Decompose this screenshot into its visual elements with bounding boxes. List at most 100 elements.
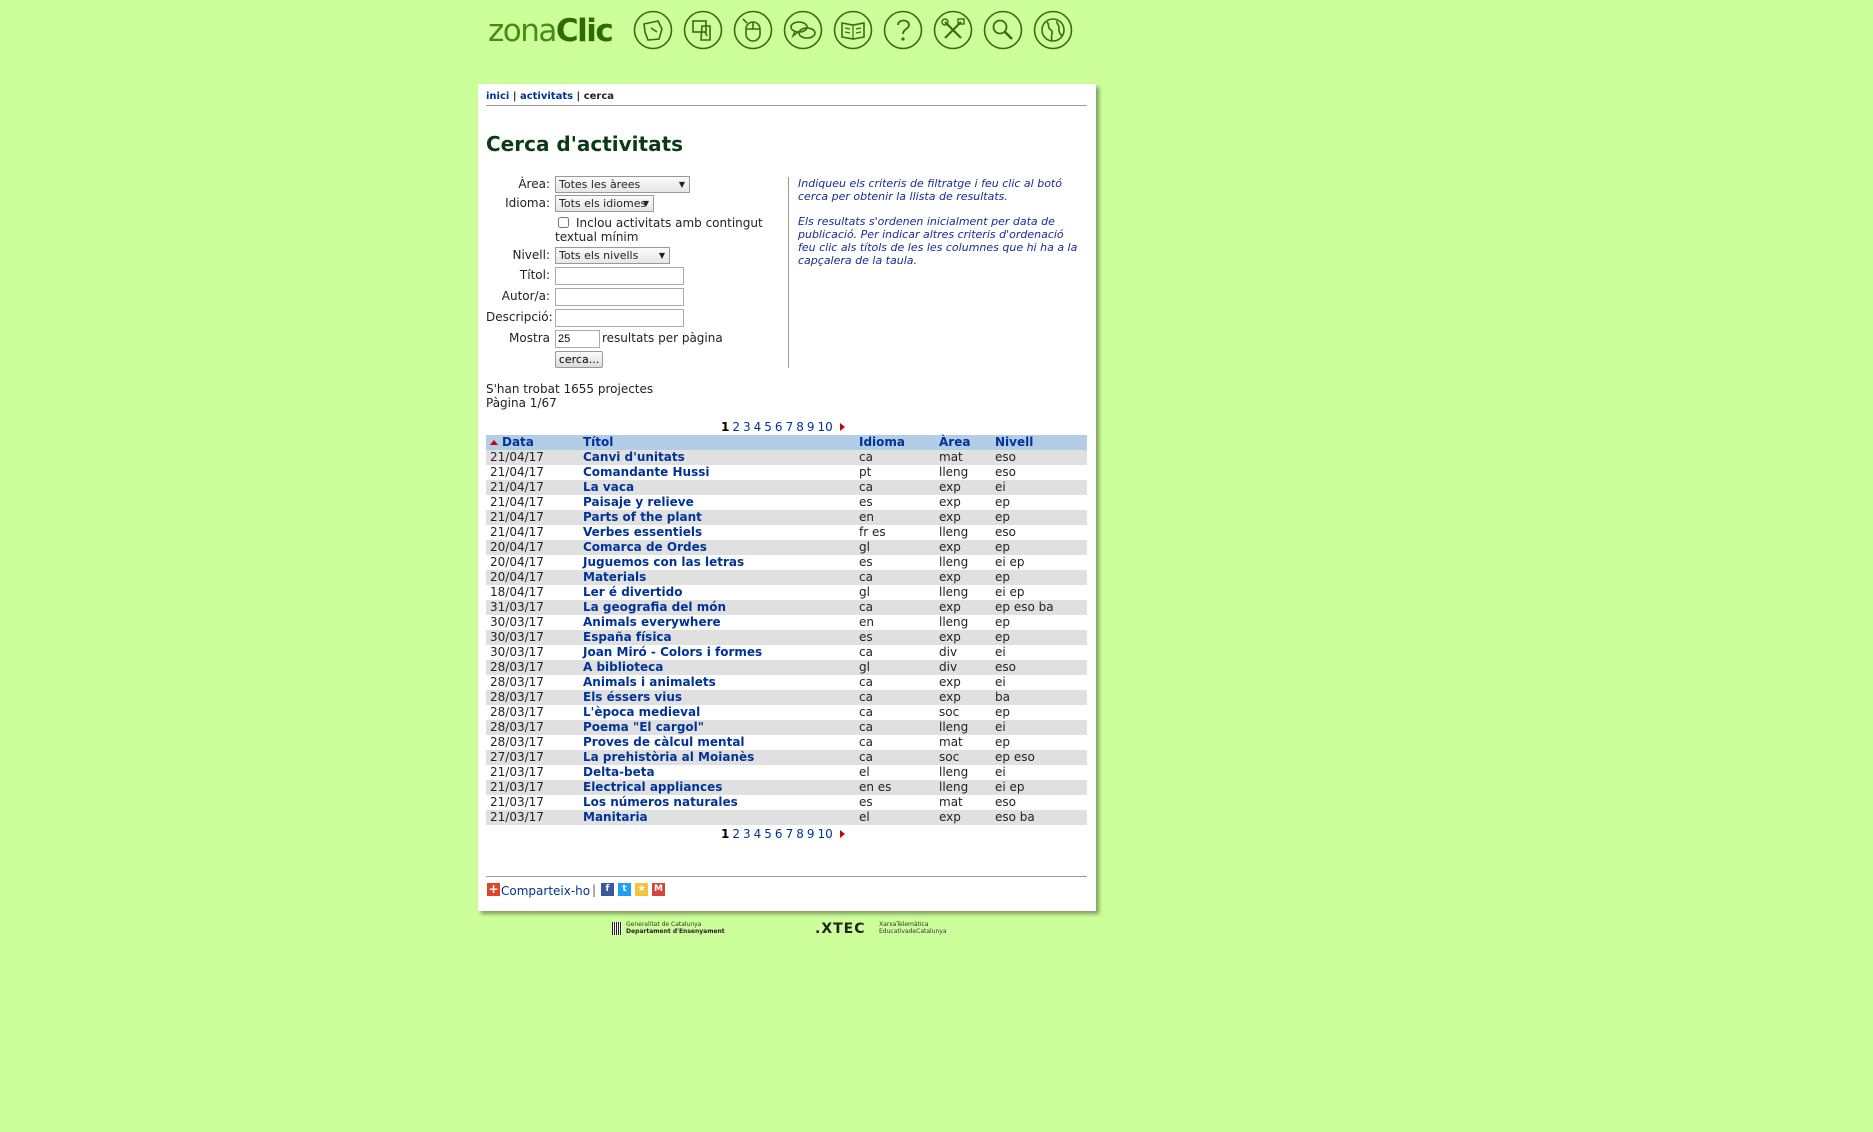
- forum-icon[interactable]: [783, 10, 823, 50]
- cell-title[interactable]: Verbes essentiels: [579, 525, 855, 540]
- page-link[interactable]: 10: [817, 827, 832, 841]
- sort-ascending-icon: [490, 440, 498, 445]
- area-select[interactable]: Totes les àrees ▼: [555, 176, 690, 193]
- facebook-icon[interactable]: f: [601, 883, 614, 896]
- page-link[interactable]: 2: [732, 420, 740, 434]
- cell-title[interactable]: L'època medieval: [579, 705, 855, 720]
- cell-title[interactable]: Proves de càlcul mental: [579, 735, 855, 750]
- col-header-level[interactable]: Nivell: [991, 435, 1087, 450]
- cell-level: ep: [995, 495, 1010, 509]
- share-link[interactable]: Comparteix-ho: [501, 884, 590, 898]
- cell-title[interactable]: A biblioteca: [579, 660, 855, 675]
- cell-title[interactable]: Animals everywhere: [579, 615, 855, 630]
- cell-title[interactable]: Joan Miró - Colors i formes: [579, 645, 855, 660]
- results-body: 21/04/17 Canvi d'unitats ca mat eso 21/04/17 C…: [486, 450, 1087, 825]
- activities-icon[interactable]: [633, 10, 673, 50]
- main-panel: inici | activitats | cerca Cerca d'activ…: [478, 84, 1096, 911]
- cell-title[interactable]: La vaca: [579, 480, 855, 495]
- cell-level: ep: [995, 705, 1010, 719]
- xtec-logo[interactable]: .XTEC XarxaTelemàtica EducativadeCatalun…: [815, 921, 965, 937]
- page-link[interactable]: 6: [775, 827, 783, 841]
- cell-title[interactable]: Els éssers vius: [579, 690, 855, 705]
- page-link[interactable]: 4: [754, 827, 762, 841]
- zonaclic-logo[interactable]: zonaClic: [488, 16, 614, 47]
- table-row: 21/04/17 Canvi d'unitats ca mat eso: [486, 450, 1087, 465]
- page-link[interactable]: 3: [743, 420, 751, 434]
- cell-title[interactable]: Canvi d'unitats: [579, 450, 855, 465]
- mouse-icon[interactable]: [733, 10, 773, 50]
- search-icon[interactable]: [983, 10, 1023, 50]
- cell-title[interactable]: Poema "El cargol": [579, 720, 855, 735]
- cell-level: eso: [995, 795, 1016, 809]
- breadcrumb-home-link[interactable]: inici: [486, 91, 509, 102]
- table-row: 21/04/17 Paisaje y relieve es exp ep: [486, 495, 1087, 510]
- dropdown-arrow-icon: ▼: [642, 199, 649, 208]
- cell-language: gl: [859, 585, 870, 599]
- page-link[interactable]: 9: [807, 827, 815, 841]
- breadcrumb-activities-link[interactable]: activitats: [520, 91, 573, 102]
- col-header-area[interactable]: Àrea: [935, 435, 991, 450]
- results-per-page-input[interactable]: [555, 330, 600, 348]
- tools-icon[interactable]: [933, 10, 973, 50]
- page-link[interactable]: 2: [732, 827, 740, 841]
- cell-title[interactable]: La prehistòria al Moianès: [579, 750, 855, 765]
- language-select[interactable]: Tots els idiomes ▼: [555, 195, 654, 212]
- cell-title[interactable]: Electrical appliances: [579, 780, 855, 795]
- col-header-date-label: Data: [502, 435, 534, 449]
- book-icon[interactable]: [833, 10, 873, 50]
- next-page-icon[interactable]: [839, 830, 845, 838]
- title-input[interactable]: [555, 267, 684, 285]
- cell-language: el: [859, 765, 870, 779]
- col-header-date[interactable]: Data: [486, 435, 579, 450]
- cell-title[interactable]: Animals i animalets: [579, 675, 855, 690]
- cell-area: exp: [935, 600, 991, 615]
- cell-title[interactable]: Paisaje y relieve: [579, 495, 855, 510]
- generalitat-line2: Departament d'Ensenyament: [626, 928, 725, 935]
- cell-date: 30/03/17: [490, 615, 544, 629]
- cell-title[interactable]: España física: [579, 630, 855, 645]
- page-link[interactable]: 10: [817, 420, 832, 434]
- cell-area: exp: [935, 480, 991, 495]
- cell-title[interactable]: Parts of the plant: [579, 510, 855, 525]
- cell-title[interactable]: Los números naturales: [579, 795, 855, 810]
- generalitat-logo[interactable]: Generalitat de Catalunya Departament d'E…: [612, 921, 727, 937]
- cell-title[interactable]: Juguemos con las letras: [579, 555, 855, 570]
- page-link[interactable]: 8: [796, 827, 804, 841]
- page-link[interactable]: 9: [807, 420, 815, 434]
- page-link[interactable]: 4: [754, 420, 762, 434]
- page-link[interactable]: 7: [786, 827, 794, 841]
- cell-title[interactable]: Comandante Hussi: [579, 465, 855, 480]
- cell-title[interactable]: Manitaria: [579, 810, 855, 825]
- twitter-icon[interactable]: t: [618, 883, 631, 896]
- cell-title[interactable]: La geografia del món: [579, 600, 855, 615]
- cell-title[interactable]: Ler é divertido: [579, 585, 855, 600]
- gmail-icon[interactable]: M: [652, 883, 665, 896]
- cell-title[interactable]: Materials: [579, 570, 855, 585]
- cell-date: 20/04/17: [486, 540, 579, 555]
- cell-title[interactable]: Comarca de Ordes: [579, 540, 855, 555]
- table-row: 20/04/17 Comarca de Ordes gl exp ep: [486, 540, 1087, 555]
- col-header-language[interactable]: Idioma: [855, 435, 935, 450]
- table-row: 28/03/17 Poema "El cargol" ca lleng ei: [486, 720, 1087, 735]
- page-link[interactable]: 3: [743, 827, 751, 841]
- breadcrumb-separator: |: [512, 91, 517, 102]
- next-page-icon[interactable]: [839, 423, 845, 431]
- page-link[interactable]: 8: [796, 420, 804, 434]
- favorite-star-icon[interactable]: ★: [635, 883, 648, 896]
- col-header-title[interactable]: Títol: [579, 435, 855, 450]
- share-plus-icon[interactable]: +: [487, 883, 500, 896]
- page-link[interactable]: 5: [764, 420, 772, 434]
- search-button[interactable]: cerca...: [555, 351, 603, 368]
- page-title: Cerca d'activitats: [486, 132, 684, 156]
- globe-icon[interactable]: [1033, 10, 1073, 50]
- description-input[interactable]: [555, 309, 684, 327]
- cell-title[interactable]: Delta-beta: [579, 765, 855, 780]
- cell-date: 20/04/17: [486, 570, 579, 585]
- help-icon[interactable]: [883, 10, 923, 50]
- create-icon[interactable]: [683, 10, 723, 50]
- page-link[interactable]: 7: [786, 420, 794, 434]
- page-link[interactable]: 6: [775, 420, 783, 434]
- page-link[interactable]: 5: [764, 827, 772, 841]
- author-input[interactable]: [555, 288, 684, 306]
- level-select[interactable]: Tots els nivells ▼: [555, 247, 670, 264]
